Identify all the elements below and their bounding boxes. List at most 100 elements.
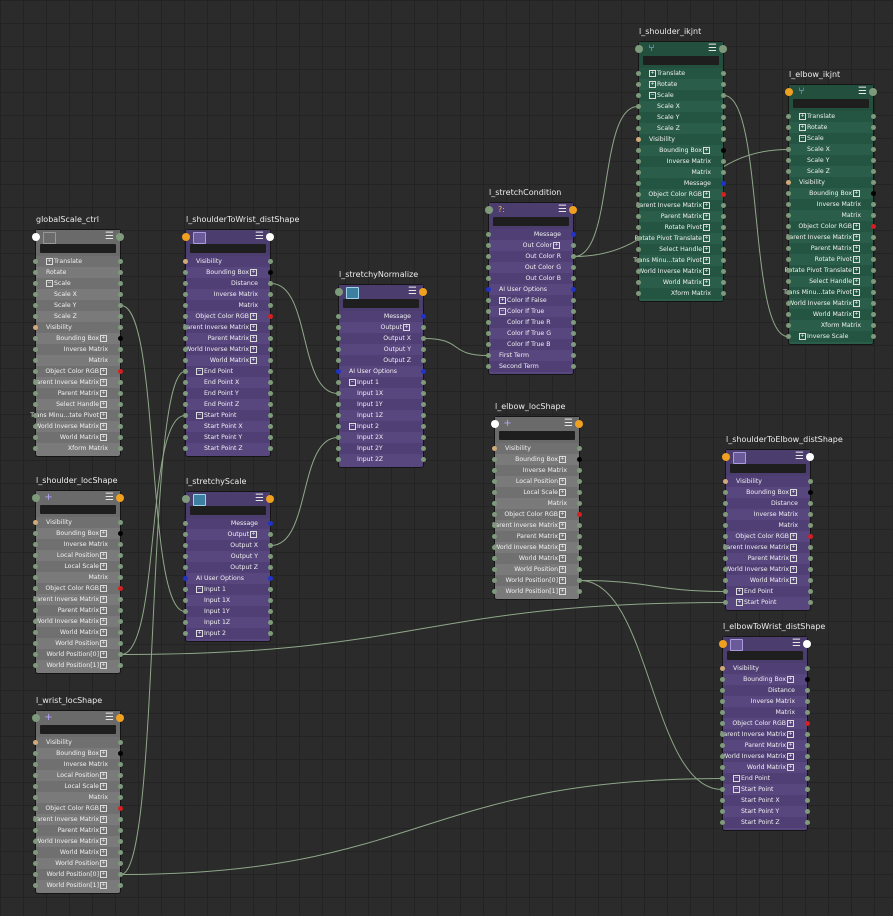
attr-row-inverse-matrix[interactable]: Inverse Matrix: [33, 539, 123, 550]
attr-output-port[interactable]: [118, 861, 123, 866]
attr-row-scale[interactable]: − Scale: [786, 133, 876, 144]
node-input-port[interactable]: [32, 494, 40, 502]
attr-output-port[interactable]: [721, 291, 726, 296]
attr-output-port[interactable]: [871, 334, 876, 339]
attr-row-input-1z[interactable]: Input 1Z: [336, 410, 426, 421]
attr-input-port[interactable]: [492, 457, 497, 462]
expand-icon[interactable]: +: [853, 233, 860, 241]
attr-row-output-y[interactable]: Output Y: [336, 344, 426, 355]
attr-output-port[interactable]: [268, 521, 273, 526]
attr-output-port[interactable]: [871, 213, 876, 218]
attr-row-visibility[interactable]: Visibility: [33, 322, 123, 333]
attr-row-world-position-0[interactable]: World Position[0] +: [492, 575, 582, 586]
attr-input-port[interactable]: [183, 565, 188, 570]
attr-input-port[interactable]: [492, 578, 497, 583]
node-header[interactable]: ☰: [32, 230, 124, 244]
attr-row-local-scale[interactable]: Local Scale +: [33, 781, 123, 792]
attr-row-parent-inverse-matrix[interactable]: Parent Inverse Matrix +: [786, 232, 876, 243]
attr-row-bounding-box[interactable]: Bounding Box +: [33, 528, 123, 539]
node-stretchy-normalize[interactable]: l_stretchyNormalize ☰ Message Output + Output…: [335, 270, 427, 468]
attr-row-output-x[interactable]: Output X: [336, 333, 426, 344]
attr-input-port[interactable]: [636, 247, 641, 252]
attr-output-port[interactable]: [571, 265, 576, 270]
node-filter-field[interactable]: [190, 244, 266, 253]
attr-row-world-inverse-matrix[interactable]: World Inverse Matrix +: [492, 542, 582, 553]
attr-input-port[interactable]: [786, 147, 791, 152]
attr-row-rotate[interactable]: + Rotate: [786, 122, 876, 133]
attr-row-matrix[interactable]: Matrix: [636, 167, 726, 178]
node-output-port[interactable]: [719, 45, 727, 53]
expand-icon[interactable]: +: [799, 332, 806, 340]
menu-icon[interactable]: ☰: [105, 232, 114, 242]
attr-output-port[interactable]: [871, 125, 876, 130]
attr-input-port[interactable]: [786, 334, 791, 339]
attr-row-rotate-pivot[interactable]: Rotate Pivot +: [636, 222, 726, 233]
attr-row-distance[interactable]: Distance: [723, 498, 813, 509]
collapse-icon[interactable]: −: [733, 774, 740, 782]
attr-output-port[interactable]: [421, 413, 426, 418]
node-elbow-locshape[interactable]: l_elbow_locShape + ☰ Visibility Bounding Box…: [491, 402, 583, 600]
attr-input-port[interactable]: [486, 232, 491, 237]
attr-output-port[interactable]: [118, 281, 123, 286]
expand-icon[interactable]: +: [100, 595, 107, 603]
attr-output-port[interactable]: [871, 279, 876, 284]
attr-input-port[interactable]: [183, 446, 188, 451]
attr-input-port[interactable]: [336, 402, 341, 407]
attr-input-port[interactable]: [33, 586, 38, 591]
attr-input-port[interactable]: [183, 532, 188, 537]
expand-icon[interactable]: +: [790, 565, 797, 573]
attr-output-port[interactable]: [808, 556, 813, 561]
attr-row-visibility[interactable]: Visibility: [720, 663, 810, 674]
attr-input-port[interactable]: [636, 93, 641, 98]
attr-input-port[interactable]: [636, 291, 641, 296]
attr-output-port[interactable]: [118, 358, 123, 363]
expand-icon[interactable]: +: [853, 244, 860, 252]
connection-wire[interactable]: [573, 106, 639, 257]
attr-row-scale-y[interactable]: Scale Y: [636, 112, 726, 123]
attr-input-port[interactable]: [636, 181, 641, 186]
attr-output-port[interactable]: [721, 214, 726, 219]
expand-icon[interactable]: +: [559, 565, 566, 573]
attr-output-port[interactable]: [805, 776, 810, 781]
attr-input-port[interactable]: [33, 817, 38, 822]
attr-output-port[interactable]: [721, 93, 726, 98]
attr-row-input-2[interactable]: + Input 2: [183, 628, 273, 639]
node-filter-field[interactable]: [727, 651, 803, 660]
attr-output-port[interactable]: [871, 114, 876, 119]
node-header[interactable]: + ☰: [32, 491, 124, 505]
attr-row-inverse-matrix[interactable]: Inverse Matrix: [33, 759, 123, 770]
attr-output-port[interactable]: [577, 490, 582, 495]
attr-row-start-point[interactable]: − Start Point: [183, 410, 273, 421]
menu-icon[interactable]: ☰: [105, 713, 114, 723]
expand-icon[interactable]: +: [100, 826, 107, 834]
attr-output-port[interactable]: [871, 290, 876, 295]
attr-input-port[interactable]: [336, 369, 341, 374]
attr-output-port[interactable]: [808, 589, 813, 594]
attr-row-rotate-pivot-translate[interactable]: Rotate Pivot Translate +: [785, 265, 876, 276]
attr-row-parent-matrix[interactable]: Parent Matrix +: [183, 333, 273, 344]
menu-icon[interactable]: ☰: [558, 205, 567, 215]
attr-row-object-color-rgb[interactable]: Object Color RGB +: [786, 221, 876, 232]
node-output-port[interactable]: [806, 453, 814, 461]
attr-row-matrix[interactable]: Matrix: [723, 520, 813, 531]
attr-input-port[interactable]: [336, 336, 341, 341]
node-shoulder-to-elbow-distshape[interactable]: l_shoulderToElbow_distShape ☰ Visibility Bo…: [722, 435, 843, 611]
attr-input-port[interactable]: [486, 342, 491, 347]
attr-input-port[interactable]: [723, 501, 728, 506]
attr-input-port[interactable]: [723, 556, 728, 561]
attr-row-local-position[interactable]: Local Position +: [492, 476, 582, 487]
attr-output-port[interactable]: [571, 243, 576, 248]
attr-row-inverse-matrix[interactable]: Inverse Matrix: [786, 199, 876, 210]
menu-icon[interactable]: ☰: [792, 639, 801, 649]
node-stretch-condition[interactable]: l_stretchCondition?: ☰ Message Out Color + Ou…: [485, 188, 577, 375]
attr-row-world-position-1[interactable]: World Position[1] +: [33, 880, 123, 891]
attr-input-port[interactable]: [33, 751, 38, 756]
attr-row-input-1x[interactable]: Input 1X: [336, 388, 426, 399]
attr-row-bounding-box[interactable]: Bounding Box +: [720, 674, 810, 685]
attr-input-port[interactable]: [786, 136, 791, 141]
attr-output-port[interactable]: [721, 71, 726, 76]
attr-output-port[interactable]: [118, 630, 123, 635]
attr-input-port[interactable]: [723, 545, 728, 550]
attr-output-port[interactable]: [808, 523, 813, 528]
attr-output-port[interactable]: [118, 850, 123, 855]
